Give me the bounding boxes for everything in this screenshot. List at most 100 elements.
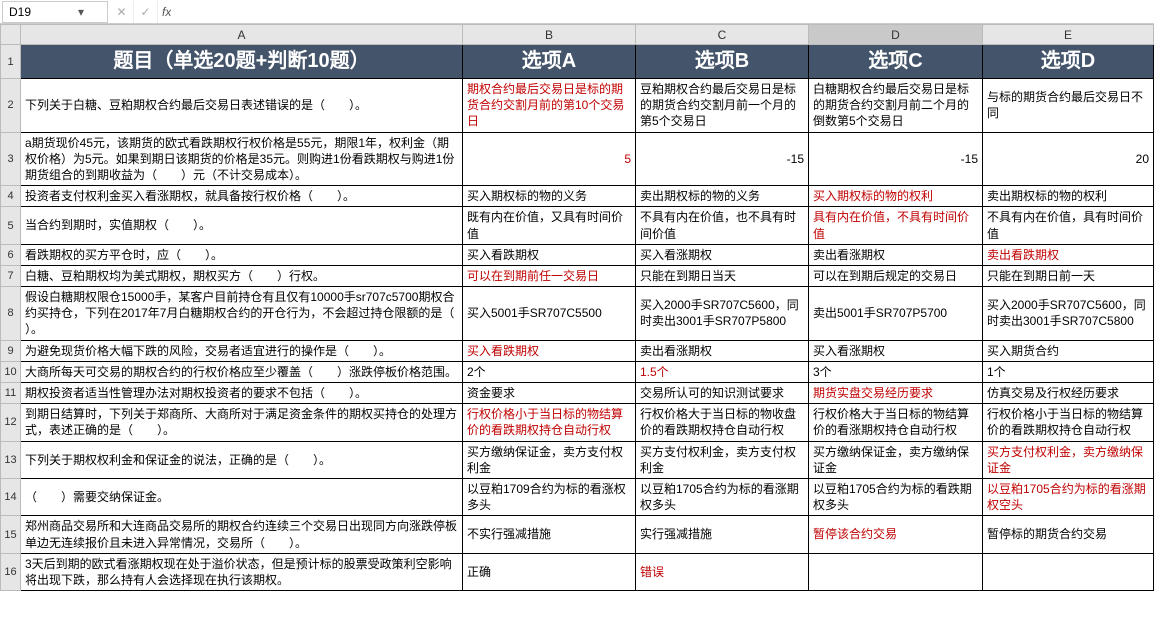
cell-a[interactable]: 假设白糖期权限仓15000手，某客户目前持仓有且仅有10000手sr707c57… [21, 287, 463, 341]
cell-d[interactable]: 卖出看涨期权 [809, 244, 983, 265]
row-head[interactable]: 3 [1, 132, 21, 186]
cell-e[interactable]: 与标的期货合约最后交易日不同 [983, 79, 1154, 133]
cell-c[interactable]: 卖出看涨期权 [636, 340, 809, 361]
cell-c[interactable]: 卖出期权标的物的义务 [636, 186, 809, 207]
cell-b[interactable]: 正确 [463, 553, 636, 590]
formula-input[interactable] [171, 1, 1154, 23]
row-head[interactable]: 9 [1, 340, 21, 361]
cell-c[interactable]: 1.5个 [636, 361, 809, 382]
row-head[interactable]: 8 [1, 287, 21, 341]
cell-d[interactable]: 白糖期权合约最后交易日是标的期货合约交割月前二个月的倒数第5个交易日 [809, 79, 983, 133]
cell-a[interactable]: 投资者支付权利金买入看涨期权，就具备按行权价格（ ）。 [21, 186, 463, 207]
cell-b[interactable]: 买入期权标的物的义务 [463, 186, 636, 207]
cell-c[interactable]: 以豆粕1705合约为标的看涨期权多头 [636, 478, 809, 515]
cell-c[interactable]: 行权价格大于当日标的物收盘价的看跌期权持仓自动行权 [636, 404, 809, 441]
cell-a[interactable]: 大商所每天可交易的期权合约的行权价格应至少覆盖（ ）涨跌停板价格范围。 [21, 361, 463, 382]
cell-c[interactable]: 交易所认可的知识测试要求 [636, 383, 809, 404]
cell-b[interactable]: 买方缴纳保证金，卖方支付权利金 [463, 441, 636, 478]
cell-e[interactable]: 买方支付权利金，卖方缴纳保证金 [983, 441, 1154, 478]
hdr-d[interactable]: 选项C [809, 45, 983, 79]
cell-a[interactable]: 下列关于白糖、豆粕期权合约最后交易日表述错误的是（ ）。 [21, 79, 463, 133]
cell-d[interactable]: 3个 [809, 361, 983, 382]
col-head-e[interactable]: E [983, 25, 1154, 45]
cell-b[interactable]: 以豆粕1709合约为标的看涨权多头 [463, 478, 636, 515]
cell-a[interactable]: 到期日结算时，下列关于郑商所、大商所对于满足资金条件的期权买持仓的处理方式，表述… [21, 404, 463, 441]
cell-b[interactable]: 2个 [463, 361, 636, 382]
cell-b[interactable]: 资金要求 [463, 383, 636, 404]
cell-b[interactable]: 可以在到期前任一交易日 [463, 265, 636, 286]
cell-e[interactable]: 20 [983, 132, 1154, 186]
fx-icon[interactable]: fx [162, 5, 171, 19]
cell-c[interactable]: -15 [636, 132, 809, 186]
row-head[interactable]: 7 [1, 265, 21, 286]
cell-d[interactable]: 具有内在价值，不具有时间价值 [809, 207, 983, 244]
cell-e[interactable]: 1个 [983, 361, 1154, 382]
cell-d[interactable]: 买方缴纳保证金，卖方缴纳保证金 [809, 441, 983, 478]
hdr-c[interactable]: 选项B [636, 45, 809, 79]
cell-c[interactable]: 错误 [636, 553, 809, 590]
cell-d[interactable]: 暂停该合约交易 [809, 516, 983, 553]
cell-d[interactable]: 期货实盘交易经历要求 [809, 383, 983, 404]
cell-a[interactable]: 当合约到期时，实值期权（ ）。 [21, 207, 463, 244]
cell-e[interactable]: 买入2000手SR707C5600，同时卖出3001手SR707C5800 [983, 287, 1154, 341]
cell-b[interactable]: 期权合约最后交易日是标的期货合约交割月前的第10个交易日 [463, 79, 636, 133]
cell-a[interactable]: 期权投资者适当性管理办法对期权投资者的要求不包括（ ）。 [21, 383, 463, 404]
cell-e[interactable]: 只能在到期日前一天 [983, 265, 1154, 286]
cell-e[interactable]: 不具有内在价值，具有时间价值 [983, 207, 1154, 244]
cell-d[interactable]: 以豆粕1705合约为标的看跌期权多头 [809, 478, 983, 515]
cell-b[interactable]: 既有内在价值，又具有时间价值 [463, 207, 636, 244]
cell-c[interactable]: 不具有内在价值，也不具有时间价值 [636, 207, 809, 244]
cell-d[interactable]: 可以在到期后规定的交易日 [809, 265, 983, 286]
cell-b[interactable]: 不实行强减措施 [463, 516, 636, 553]
col-head-a[interactable]: A [21, 25, 463, 45]
cell-a[interactable]: 为避免现货价格大幅下跌的风险，交易者适宜进行的操作是（ ）。 [21, 340, 463, 361]
hdr-b[interactable]: 选项A [463, 45, 636, 79]
cell-a[interactable]: 看跌期权的买方平仓时，应（ ）。 [21, 244, 463, 265]
cell-b[interactable]: 5 [463, 132, 636, 186]
col-head-b[interactable]: B [463, 25, 636, 45]
cell-b[interactable]: 买入看跌期权 [463, 244, 636, 265]
cell-e[interactable]: 卖出看跌期权 [983, 244, 1154, 265]
row-head[interactable]: 2 [1, 79, 21, 133]
row-head[interactable]: 5 [1, 207, 21, 244]
row-head[interactable]: 15 [1, 516, 21, 553]
cell-c[interactable]: 买入看涨期权 [636, 244, 809, 265]
cell-e[interactable]: 行权价格小于当日标的物结算价的看跌期权持仓自动行权 [983, 404, 1154, 441]
select-all-corner[interactable] [1, 25, 21, 45]
cell-e[interactable]: 以豆粕1705合约为标的看涨期权空头 [983, 478, 1154, 515]
row-head[interactable]: 1 [1, 45, 21, 79]
row-head[interactable]: 11 [1, 383, 21, 404]
cell-e[interactable]: 暂停标的期货合约交易 [983, 516, 1154, 553]
row-head[interactable]: 14 [1, 478, 21, 515]
cell-e[interactable]: 买入期货合约 [983, 340, 1154, 361]
row-head[interactable]: 16 [1, 553, 21, 590]
cell-d[interactable]: 卖出5001手SR707P5700 [809, 287, 983, 341]
cell-a[interactable]: a期货现价45元，该期货的欧式看跌期权行权价格是55元，期限1年，权利金（期权价… [21, 132, 463, 186]
cell-d[interactable]: -15 [809, 132, 983, 186]
col-head-d[interactable]: D [809, 25, 983, 45]
name-box[interactable]: D19 ▾ [2, 1, 108, 23]
cell-a[interactable]: 白糖、豆粕期权均为美式期权，期权买方（ ）行权。 [21, 265, 463, 286]
cell-e[interactable]: 仿真交易及行权经历要求 [983, 383, 1154, 404]
row-head[interactable]: 10 [1, 361, 21, 382]
cell-a[interactable]: （ ）需要交纳保证金。 [21, 478, 463, 515]
cell-b[interactable]: 买入5001手SR707C5500 [463, 287, 636, 341]
cell-d[interactable] [809, 553, 983, 590]
hdr-a[interactable]: 题目（单选20题+判断10题） [21, 45, 463, 79]
cell-b[interactable]: 买入看跌期权 [463, 340, 636, 361]
cell-d[interactable]: 买入看涨期权 [809, 340, 983, 361]
cell-e[interactable] [983, 553, 1154, 590]
cell-a[interactable]: 郑州商品交易所和大连商品交易所的期权合约连续三个交易日出现同方向涨跌停板单边无连… [21, 516, 463, 553]
cell-a[interactable]: 3天后到期的欧式看涨期权现在处于溢价状态，但是预计标的股票受政策利空影响将出现下… [21, 553, 463, 590]
cell-c[interactable]: 豆粕期权合约最后交易日是标的期货合约交割月前一个月的第5个交易日 [636, 79, 809, 133]
cell-c[interactable]: 买入2000手SR707C5600，同时卖出3001手SR707P5800 [636, 287, 809, 341]
cell-c[interactable]: 买方支付权利金，卖方支付权利金 [636, 441, 809, 478]
row-head[interactable]: 13 [1, 441, 21, 478]
cell-e[interactable]: 卖出期权标的物的权利 [983, 186, 1154, 207]
hdr-e[interactable]: 选项D [983, 45, 1154, 79]
cell-a[interactable]: 下列关于期权权利金和保证金的说法，正确的是（ ）。 [21, 441, 463, 478]
name-box-dropdown-icon[interactable]: ▾ [55, 5, 107, 19]
row-head[interactable]: 6 [1, 244, 21, 265]
cell-d[interactable]: 买入期权标的物的权利 [809, 186, 983, 207]
cell-d[interactable]: 行权价格大于当日标的物结算价的看涨期权持仓自动行权 [809, 404, 983, 441]
